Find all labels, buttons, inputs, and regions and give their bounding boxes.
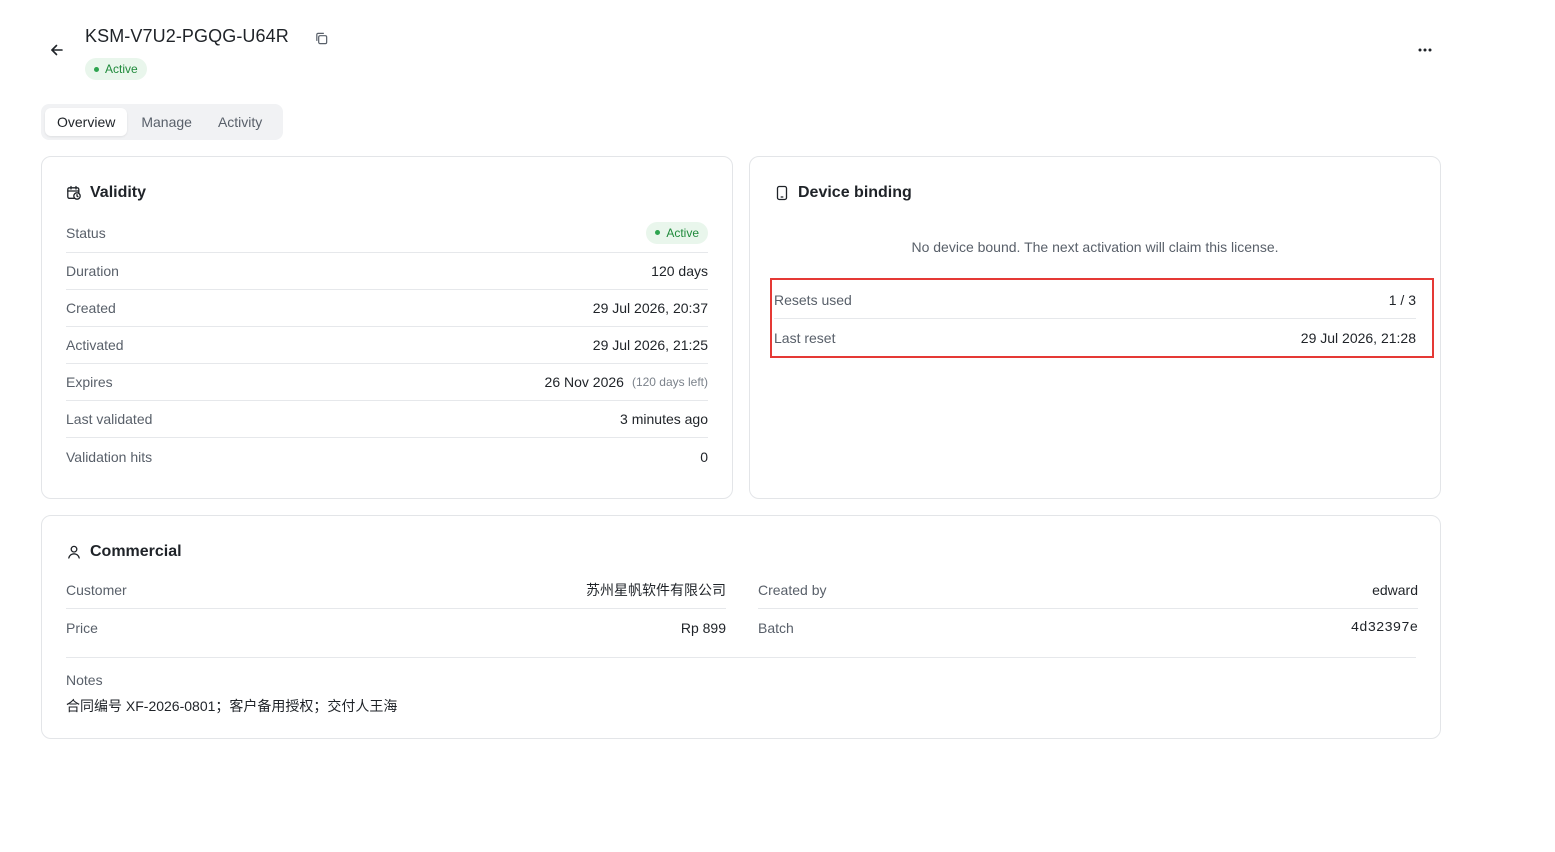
notes-value: 合同编号 XF-2026-0801；客户备用授权；交付人王海 bbox=[66, 698, 398, 714]
created-by-row: Created by edward bbox=[758, 572, 1418, 609]
last-validated-row: Last validated 3 minutes ago bbox=[66, 401, 708, 438]
row-label: Created by bbox=[758, 582, 827, 598]
row-label: Batch bbox=[758, 619, 794, 636]
validation-hits-row: Validation hits 0 bbox=[66, 438, 708, 475]
row-label: Expires bbox=[66, 374, 113, 390]
divider bbox=[66, 657, 1416, 658]
row-value: edward bbox=[1372, 582, 1418, 598]
validity-rows: Status Active Duration 120 days Created … bbox=[66, 213, 708, 475]
device-binding-card: Device binding No device bound. The next… bbox=[749, 156, 1441, 499]
row-label: Last validated bbox=[66, 411, 153, 427]
price-row: Price Rp 899 bbox=[66, 609, 726, 646]
more-horizontal-icon bbox=[1418, 48, 1432, 52]
status-badge: Active bbox=[85, 58, 147, 80]
tab-manage[interactable]: Manage bbox=[129, 108, 204, 136]
resets-used-row: Resets used 1 / 3 bbox=[774, 282, 1416, 319]
page-title: KSM-V7U2-PGQG-U64R bbox=[85, 26, 289, 46]
validity-card: Validity Status Active Duration 120 days… bbox=[41, 156, 733, 499]
calendar-clock-icon bbox=[67, 185, 81, 200]
row-label: Created bbox=[66, 300, 116, 316]
row-value: 4d32397e bbox=[1350, 619, 1418, 636]
row-value: 0 bbox=[700, 448, 708, 465]
row-label: Duration bbox=[66, 263, 119, 279]
copy-key-button[interactable] bbox=[312, 29, 330, 47]
status-badge: Active bbox=[646, 221, 708, 244]
row-value: 29 Jul 2026, 20:37 bbox=[592, 300, 708, 316]
device-binding-title-text: Device binding bbox=[798, 184, 912, 201]
commercial-left-rows: Customer 苏州星帆软件有限公司 Price Rp 899 bbox=[66, 572, 726, 646]
status-badge-label: Active bbox=[666, 225, 699, 240]
validity-title-text: Validity bbox=[90, 184, 147, 201]
validity-title: Validity bbox=[66, 184, 146, 202]
row-value: 120 days bbox=[651, 263, 708, 279]
row-label: Price bbox=[66, 619, 98, 636]
batch-row: Batch 4d32397e bbox=[758, 609, 1418, 646]
row-value: 苏州星帆软件有限公司 bbox=[586, 582, 726, 598]
status-dot bbox=[655, 230, 661, 235]
row-label: Resets used bbox=[774, 292, 852, 308]
tab-bar: Overview Manage Activity bbox=[41, 104, 283, 140]
back-button[interactable] bbox=[47, 40, 67, 60]
more-options-button[interactable] bbox=[1413, 40, 1437, 60]
row-label: Status bbox=[66, 224, 106, 241]
row-value: 26 Nov 2026 (120 days left) bbox=[545, 374, 708, 390]
activated-row: Activated 29 Jul 2026, 21:25 bbox=[66, 327, 708, 364]
days-left-note: (120 days left) bbox=[631, 375, 708, 389]
duration-row: Duration 120 days bbox=[66, 253, 708, 290]
row-value: 29 Jul 2026, 21:28 bbox=[1300, 329, 1416, 346]
device-rows: Resets used 1 / 3 Last reset 29 Jul 2026… bbox=[774, 282, 1416, 356]
row-label: Last reset bbox=[774, 329, 836, 346]
arrow-left-icon bbox=[51, 44, 63, 56]
status-badge-label: Active bbox=[105, 62, 138, 76]
commercial-title: Commercial bbox=[66, 543, 182, 561]
device-binding-title: Device binding bbox=[774, 184, 912, 202]
commercial-right-rows: Created by edward Batch 4d32397e bbox=[758, 572, 1418, 646]
expires-date: 26 Nov 2026 bbox=[544, 374, 624, 390]
row-label: Customer bbox=[66, 582, 127, 598]
row-value: 29 Jul 2026, 21:25 bbox=[592, 337, 708, 353]
row-value: 3 minutes ago bbox=[620, 411, 708, 427]
status-dot bbox=[94, 66, 99, 72]
last-reset-row: Last reset 29 Jul 2026, 21:28 bbox=[774, 319, 1416, 356]
copy-icon bbox=[315, 32, 327, 44]
customer-row: Customer 苏州星帆软件有限公司 bbox=[66, 572, 726, 609]
user-icon bbox=[68, 545, 80, 559]
commercial-title-text: Commercial bbox=[90, 543, 182, 560]
commercial-card: Commercial Customer 苏州星帆软件有限公司 Price Rp … bbox=[41, 515, 1441, 739]
tab-overview[interactable]: Overview bbox=[45, 108, 128, 136]
row-label: Validation hits bbox=[66, 448, 153, 465]
notes-label: Notes bbox=[66, 672, 103, 688]
status-row: Status Active bbox=[66, 213, 708, 253]
expires-row: Expires 26 Nov 2026 (120 days left) bbox=[66, 364, 708, 401]
row-value: 1 / 3 bbox=[1388, 292, 1416, 308]
row-value: Rp 899 bbox=[680, 619, 726, 636]
no-device-message: No device bound. The next activation wil… bbox=[911, 239, 1279, 255]
created-row: Created 29 Jul 2026, 20:37 bbox=[66, 290, 708, 327]
tab-activity[interactable]: Activity bbox=[206, 108, 274, 136]
row-label: Activated bbox=[66, 337, 124, 353]
smartphone-icon bbox=[776, 185, 788, 201]
